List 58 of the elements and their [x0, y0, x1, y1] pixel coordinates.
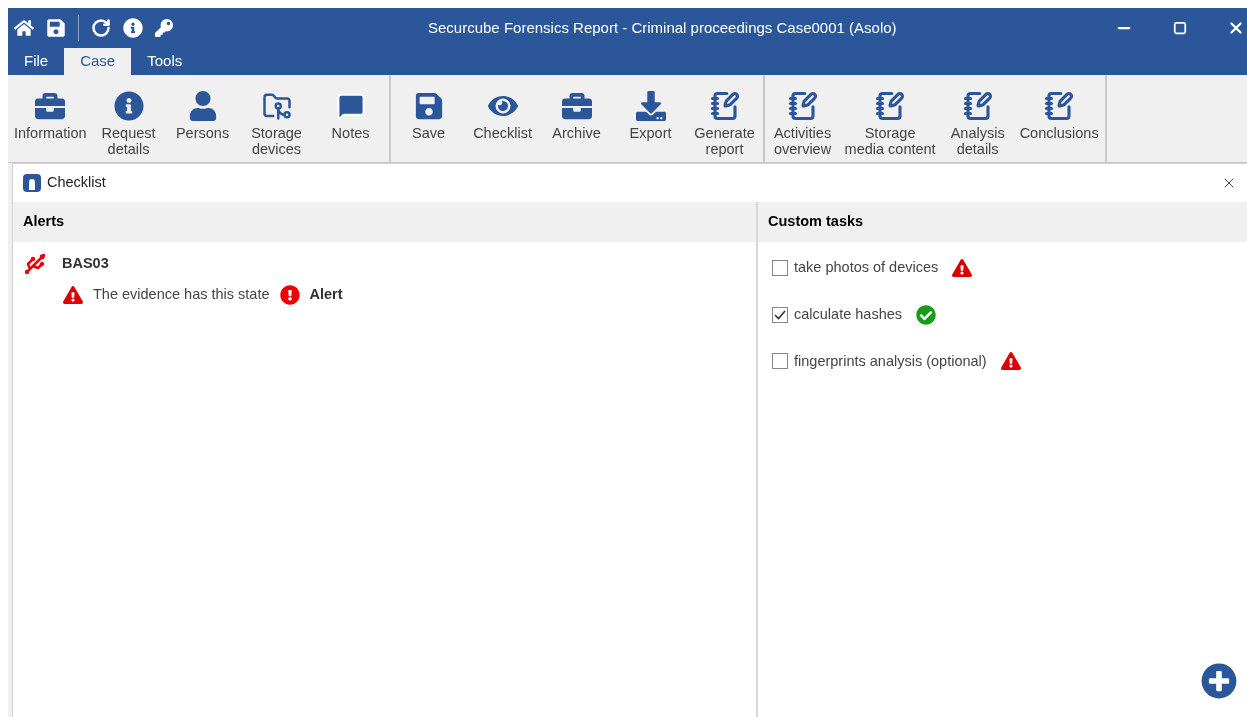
alert-icon	[279, 284, 300, 305]
alert-message: The evidence has this state	[93, 285, 270, 304]
ribbon-button[interactable]: Checklist	[466, 91, 539, 141]
briefcase-icon	[35, 91, 66, 121]
ribbon-button[interactable]: Request details	[92, 91, 165, 157]
storage-icon	[261, 91, 292, 121]
checkbox[interactable]	[772, 353, 788, 370]
checkbox[interactable]	[772, 259, 788, 276]
checkmark-icon	[774, 308, 786, 321]
notebook-icon	[787, 91, 818, 121]
notebook-icon	[875, 91, 906, 121]
add-button[interactable]	[1201, 663, 1237, 699]
ribbon-button[interactable]: Analysis details	[941, 91, 1014, 157]
ribbon-tab[interactable]: Case	[64, 48, 132, 75]
task-label: fingerprints analysis (optional)	[794, 351, 987, 371]
ribbon-button[interactable]: Information	[10, 91, 91, 141]
notebook-icon	[709, 91, 740, 121]
window-title: Securcube Forensics Report - Criminal proceedings Case0001 (Asolo)	[428, 17, 897, 38]
ribbon-tab[interactable]: File	[8, 48, 65, 75]
task-label: calculate hashes	[794, 304, 902, 324]
warning-icon	[1000, 352, 1021, 371]
maximize-icon[interactable]	[1173, 21, 1187, 35]
ribbon-button[interactable]: Storage media content	[840, 91, 940, 157]
save-icon[interactable]	[46, 18, 66, 38]
ribbon-button[interactable]: Conclusions	[1015, 91, 1103, 141]
notebook-icon	[1044, 91, 1075, 121]
info-icon	[113, 91, 144, 121]
refresh-icon[interactable]	[91, 18, 111, 38]
info-icon[interactable]	[123, 18, 143, 38]
home-icon[interactable]	[14, 18, 34, 38]
warning-icon	[63, 285, 83, 304]
task-label: take photos of devices	[794, 258, 939, 277]
ribbon-button[interactable]: Activities overview	[766, 91, 839, 157]
note-icon	[335, 91, 366, 121]
ribbon-tab[interactable]: Tools	[131, 48, 199, 75]
panel-title: Checklist	[47, 173, 106, 193]
ribbon-button[interactable]: Persons	[166, 91, 239, 141]
success-icon	[916, 304, 936, 325]
close-icon[interactable]	[1227, 19, 1245, 37]
ribbon-button[interactable]: Notes	[314, 91, 387, 141]
warning-icon	[952, 258, 973, 277]
download-icon	[635, 91, 666, 121]
ribbon-button[interactable]: Generate report	[688, 91, 761, 157]
ribbon-button[interactable]: Storage devices	[240, 91, 313, 157]
ribbon-button[interactable]: Archive	[540, 91, 613, 141]
checkbox[interactable]	[772, 306, 788, 323]
key-icon[interactable]	[155, 19, 173, 37]
ribbon-button[interactable]: Export	[614, 91, 687, 141]
device-name: BAS03	[62, 254, 109, 274]
alert-state: Alert	[309, 285, 343, 304]
app-logo-icon	[23, 174, 41, 192]
section-heading: Custom tasks	[768, 212, 864, 232]
briefcase-icon	[561, 91, 592, 121]
notebook-icon	[962, 91, 993, 121]
save-icon	[413, 91, 444, 121]
person-icon	[187, 91, 218, 121]
section-heading: Alerts	[23, 212, 65, 232]
ribbon-button[interactable]: Save	[392, 91, 465, 141]
